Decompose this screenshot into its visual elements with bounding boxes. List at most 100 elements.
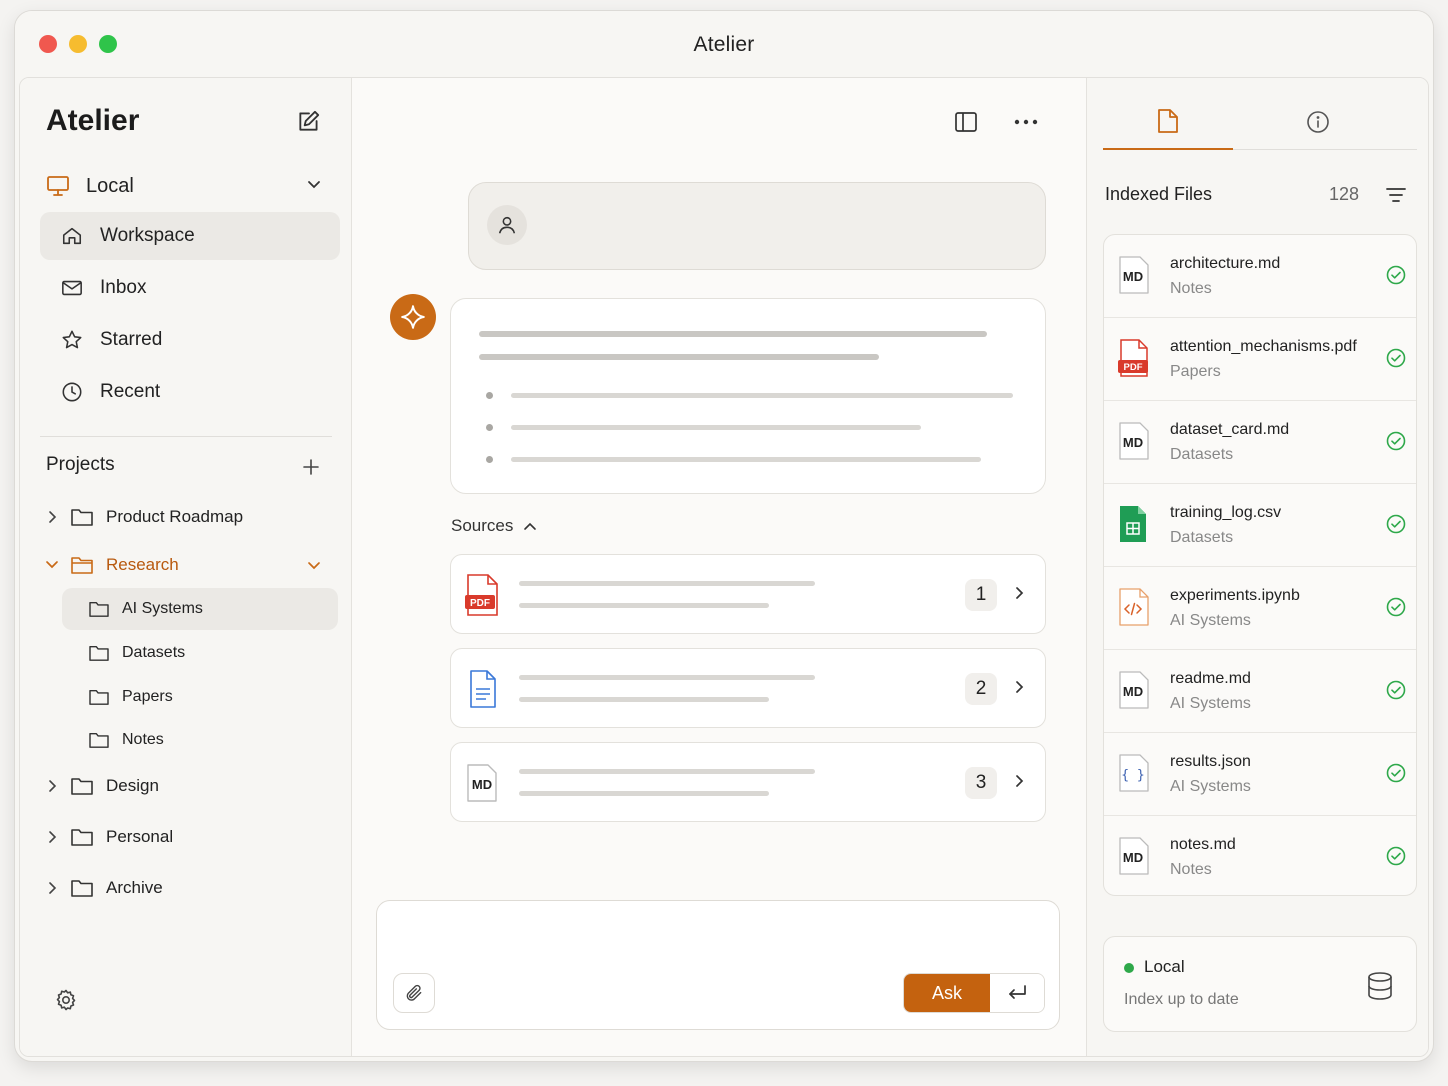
file-row[interactable]: training_log.csv Datasets	[1104, 484, 1416, 567]
source-card[interactable]: MD 3	[450, 742, 1046, 822]
paperclip-icon	[406, 984, 422, 1001]
home-icon	[60, 224, 84, 248]
chevron-down-icon	[42, 559, 62, 571]
folder-icon	[88, 644, 110, 662]
attach-button[interactable]	[393, 973, 435, 1013]
file-row[interactable]: MD notes.md Notes	[1104, 816, 1416, 895]
status-dot	[1124, 963, 1134, 973]
svg-text:MD: MD	[1123, 684, 1143, 699]
file-name: notes.md	[1170, 836, 1236, 853]
user-icon	[498, 216, 516, 234]
subfolder-papers[interactable]: Papers	[62, 676, 338, 718]
svg-text:PDF: PDF	[470, 598, 490, 609]
enter-button[interactable]	[990, 974, 1044, 1012]
indexed-file-list: MD architecture.md Notes PDF attention_m…	[1103, 234, 1417, 896]
project-label: Design	[106, 776, 159, 795]
user-message	[468, 182, 1046, 270]
ellipsis-icon	[1014, 119, 1038, 125]
sidebar-item-workspace[interactable]: Workspace	[40, 212, 340, 260]
subfolder-ai-systems[interactable]: AI Systems	[62, 588, 338, 630]
project-personal[interactable]: Personal	[42, 816, 173, 858]
tab-info[interactable]	[1253, 94, 1383, 150]
file-name: architecture.md	[1170, 255, 1281, 272]
gear-icon	[56, 989, 76, 1011]
check-circle-icon	[1386, 763, 1406, 788]
bullet	[486, 456, 493, 463]
sparkle-icon	[401, 305, 425, 329]
check-circle-icon	[1386, 431, 1406, 456]
folder-icon	[88, 688, 110, 706]
filter-button[interactable]	[1383, 184, 1409, 206]
text-placeholder	[511, 425, 921, 430]
json-file-icon: { }	[1118, 753, 1149, 793]
toggle-panel-button[interactable]	[952, 108, 980, 136]
folder-icon	[70, 825, 94, 849]
text-placeholder	[519, 697, 769, 702]
text-placeholder	[511, 393, 1013, 398]
svg-text:MD: MD	[1123, 850, 1143, 865]
sources-toggle[interactable]: Sources	[451, 516, 537, 536]
source-number: 1	[965, 579, 997, 611]
chevron-up-icon	[523, 516, 537, 536]
sidebar-item-inbox[interactable]: Inbox	[40, 264, 340, 312]
filter-icon	[1386, 188, 1406, 202]
sidebar-item-label: Recent	[100, 381, 161, 402]
project-design[interactable]: Design	[42, 765, 159, 807]
pdf-file-icon: PDF	[465, 573, 499, 617]
check-circle-icon	[1386, 680, 1406, 705]
add-project-button[interactable]	[300, 456, 322, 478]
file-row[interactable]: MD dataset_card.md Datasets	[1104, 401, 1416, 484]
file-name: readme.md	[1170, 670, 1251, 687]
plus-icon	[303, 459, 319, 475]
source-card[interactable]: PDF 1	[450, 554, 1046, 634]
check-circle-icon	[1386, 846, 1406, 871]
document-icon	[465, 667, 499, 711]
subfolder-label: Datasets	[122, 644, 186, 661]
file-folder: Papers	[1170, 363, 1221, 380]
subfolder-label: Papers	[122, 688, 173, 705]
tab-files[interactable]	[1103, 94, 1233, 150]
sidebar-item-recent[interactable]: Recent	[40, 368, 340, 416]
file-row[interactable]: { } results.json AI Systems	[1104, 733, 1416, 816]
folder-icon	[70, 876, 94, 900]
chevron-down-icon	[306, 558, 322, 578]
chat-main: Sources PDF 1 2 MD 3 Ask	[352, 78, 1086, 1056]
message-composer[interactable]: Ask	[376, 900, 1060, 1030]
project-research[interactable]: Research	[42, 544, 322, 586]
settings-button[interactable]	[52, 986, 80, 1014]
more-options-button[interactable]	[1012, 108, 1040, 136]
file-row[interactable]: MD architecture.md Notes	[1104, 235, 1416, 318]
markdown-file-icon: MD	[465, 761, 499, 805]
file-folder: AI Systems	[1170, 695, 1251, 712]
file-row[interactable]: PDF attention_mechanisms.pdf Papers	[1104, 318, 1416, 401]
files-panel: Indexed Files 128 MD architecture.md Not…	[1086, 78, 1428, 1056]
subfolder-datasets[interactable]: Datasets	[62, 632, 338, 674]
subfolder-notes[interactable]: Notes	[62, 719, 338, 761]
subfolder-label: AI Systems	[122, 600, 203, 617]
folder-icon	[88, 600, 110, 618]
text-placeholder	[511, 457, 981, 462]
project-label: Archive	[106, 878, 163, 897]
sidebar-item-label: Workspace	[100, 225, 195, 246]
file-row[interactable]: MD readme.md AI Systems	[1104, 650, 1416, 733]
folder-icon	[70, 505, 94, 529]
project-product-roadmap[interactable]: Product Roadmap	[42, 496, 243, 538]
text-placeholder	[519, 769, 815, 774]
project-archive[interactable]: Archive	[42, 867, 163, 909]
sidebar-item-label: Starred	[100, 329, 163, 350]
file-folder: Datasets	[1170, 446, 1234, 463]
source-card[interactable]: 2	[450, 648, 1046, 728]
location-selector[interactable]: Local	[40, 162, 340, 210]
assistant-avatar	[390, 294, 436, 340]
sidebar-item-starred[interactable]: Starred	[40, 316, 340, 364]
new-note-button[interactable]	[294, 106, 324, 136]
project-label: Personal	[106, 827, 174, 846]
ask-button[interactable]: Ask	[904, 974, 990, 1012]
projects-heading: Projects	[46, 454, 115, 475]
markdown-file-icon: MD	[1118, 670, 1149, 710]
window-title: Atelier	[693, 33, 755, 56]
file-folder: Notes	[1170, 280, 1212, 297]
source-number: 2	[965, 673, 997, 705]
file-row[interactable]: experiments.ipynb AI Systems	[1104, 567, 1416, 650]
index-status-card: Local Index up to date	[1103, 936, 1417, 1032]
